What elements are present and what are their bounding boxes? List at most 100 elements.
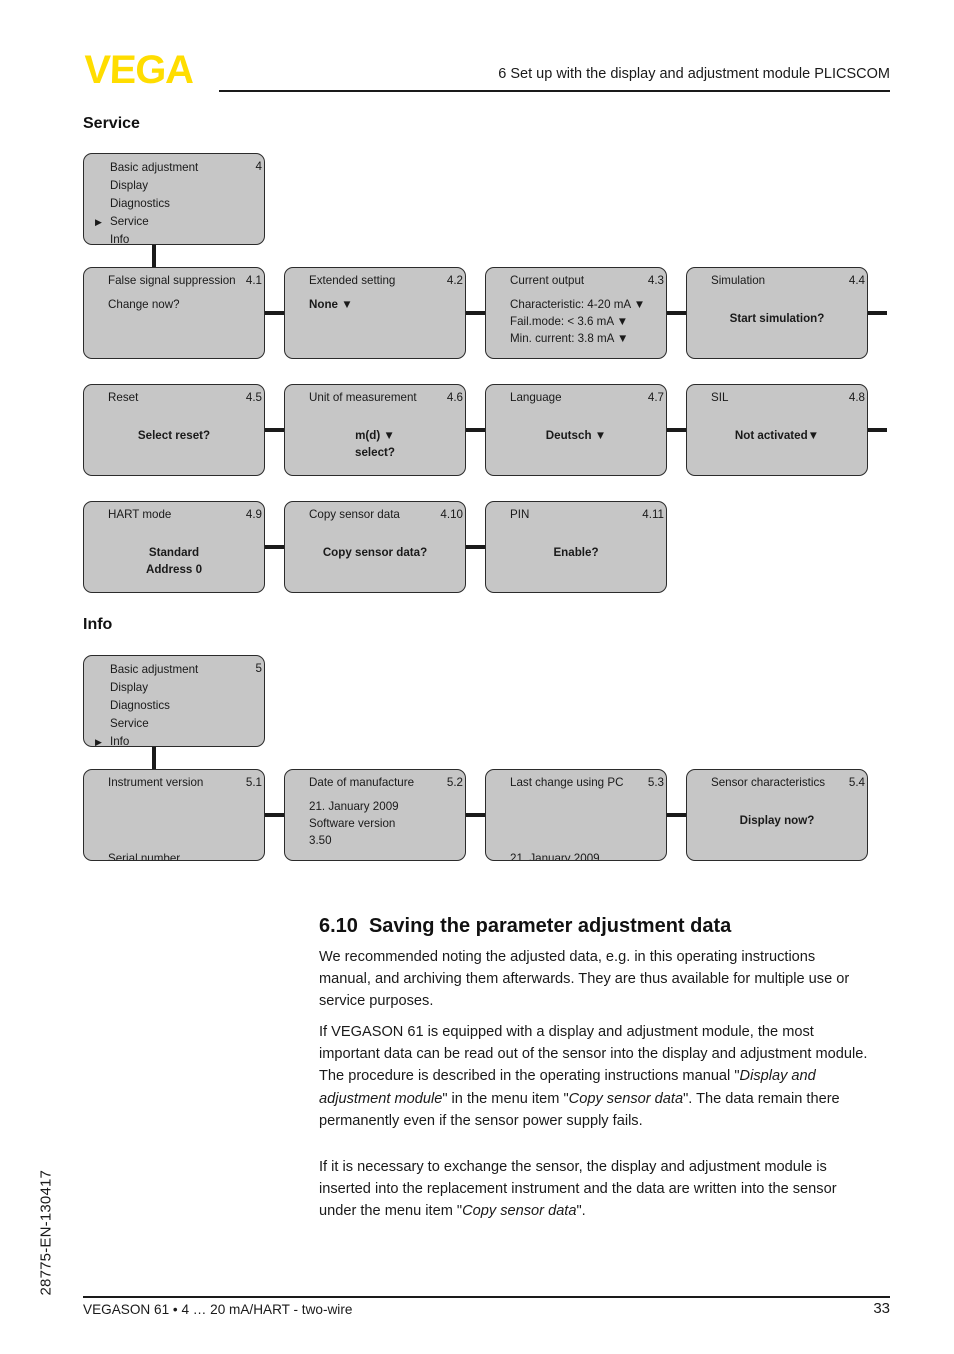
info-menu-item-info[interactable]: Info [84, 733, 198, 746]
flow-box-line: Min. current: 3.8 mA ▼ [510, 332, 629, 345]
flow-box-body: Standard Address 0 [84, 546, 264, 580]
flow-box-number: 4.5 [245, 391, 262, 404]
flow-box-title: Language [510, 391, 562, 404]
connector-4-4-wrap [868, 311, 887, 315]
flow-box-line: 3.50 [309, 834, 332, 847]
flow-box-body: Not activated▼ [687, 429, 867, 446]
flow-box-number: 5.1 [245, 776, 262, 789]
info-menu-box[interactable]: 5 Basic adjustment Display Diagnostics Serv… [83, 655, 265, 747]
flow-box-number: 4.9 [245, 508, 262, 521]
connector-4-6-to-4-7 [466, 428, 485, 432]
flow-box-line: m(d) ▼ [355, 429, 395, 442]
flow-box-title: Unit of measurement [309, 391, 417, 404]
service-menu-item-basic-adjustment[interactable]: Basic adjustment [84, 159, 198, 177]
service-menu-list: Basic adjustmentDisplayDiagnosticsServic… [84, 159, 198, 244]
info-menu-item-service[interactable]: Service [84, 715, 198, 733]
flow-box-title: Simulation [711, 274, 766, 287]
flow-box-line: Enable? [553, 546, 599, 559]
flow-box-sil[interactable]: SIL 4.8 Not activated▼ [686, 384, 868, 476]
flow-box-line: 21. January 2009 [309, 800, 399, 813]
service-section-heading: Service [83, 115, 140, 132]
connector-5-2-to-5-3 [466, 813, 485, 817]
flow-box-copy-sensor-data[interactable]: Copy sensor data 4.10 Copy sensor data? [284, 501, 466, 593]
flow-box-last-change-using-pc[interactable]: Last change using PC 5.3 21. January 2009 [485, 769, 667, 861]
flow-box-current-output[interactable]: Current output 4.3 Characteristic: 4-20 mA… [485, 267, 667, 359]
flow-box-title: HART mode [108, 508, 172, 521]
connector-info-menu-down [152, 747, 156, 769]
footer-divider [83, 1296, 890, 1298]
flow-box-simulation[interactable]: Simulation 4.4 Start simulation? [686, 267, 868, 359]
connector-4-9-to-4-10 [265, 545, 284, 549]
service-menu-item-display[interactable]: Display [84, 177, 198, 195]
paragraph-3-part2: ". [576, 1203, 586, 1220]
info-menu-number: 5 [255, 662, 262, 675]
flow-box-line: 21. January 2009 [510, 852, 600, 861]
flow-box-title: PIN [510, 508, 530, 521]
flow-box-number: 5.4 [848, 776, 865, 789]
service-menu-box[interactable]: 4 Basic adjustmentDisplayDiagnosticsServ… [83, 153, 265, 245]
flow-box-body: Display now? [687, 814, 867, 831]
flow-box-hart-mode[interactable]: HART mode 4.9 Standard Address 0 [83, 501, 265, 593]
flow-box-line: Standard [148, 546, 200, 559]
info-menu-item-diagnostics[interactable]: Diagnostics [84, 697, 198, 715]
service-menu-item-info[interactable]: Info [84, 231, 198, 244]
flow-box-line: None ▼ [309, 298, 353, 311]
flow-box-title: SIL [711, 391, 729, 404]
flow-box-instrument-version[interactable]: Instrument version 5.1 Serial number123456… [83, 769, 265, 861]
paragraph-2-part2: " in the menu item " [442, 1090, 569, 1107]
flow-box-number: 5.3 [647, 776, 664, 789]
info-menu-item-basic-adjustment[interactable]: Basic adjustment [84, 661, 198, 679]
document-code: 28775-EN-130417 [37, 1169, 55, 1296]
flow-box-body: None ▼ [285, 298, 465, 315]
flow-box-number: 4.4 [848, 274, 865, 287]
flow-box-number: 4.11 [642, 508, 664, 521]
section-title-text: Saving the parameter adjustment data [368, 915, 732, 937]
flow-box-number: 5.2 [446, 776, 463, 789]
flow-box-number: 4.10 [440, 508, 463, 521]
paragraph-1: We recommended noting the adjusted data,… [319, 949, 850, 1010]
flow-box-title: Last change using PC [510, 776, 624, 789]
paragraph-3-italic1: Copy sensor data [462, 1203, 577, 1220]
flow-box-line: Start simulation? [729, 312, 825, 325]
flow-box-title: Date of manufacture [309, 776, 415, 789]
flow-box-number: 4.8 [848, 391, 865, 404]
flow-box-title: Instrument version [108, 776, 204, 789]
flow-box-date-of-manufacture[interactable]: Date of manufacture 5.2 21. January 2009 So… [284, 769, 466, 861]
flow-box-body: 21. January 2009 Software version 3.50 [285, 800, 465, 851]
connector-4-2-to-4-3 [466, 311, 485, 315]
flow-box-unit-of-measurement[interactable]: Unit of measurement 4.6 m(d) ▼ select? [284, 384, 466, 476]
paragraph-2: If VEGASON 61 is equipped with a display… [319, 1021, 871, 1132]
service-menu-number: 4 [255, 160, 262, 173]
flow-box-line: Deutsch ▼ [545, 429, 607, 442]
flow-box-reset[interactable]: Reset 4.5 Select reset? [83, 384, 265, 476]
paragraph-2-italic2: Copy sensor data [568, 1090, 684, 1107]
service-menu-item-service[interactable]: Service [84, 213, 198, 231]
flow-box-false-signal-suppression[interactable]: False signal suppression 4.1 Change now? [83, 267, 265, 359]
flow-box-body: 21. January 2009 [486, 800, 666, 861]
flow-box-sensor-characteristics[interactable]: Sensor characteristics 5.4 Display now? [686, 769, 868, 861]
flow-box-title: Copy sensor data [309, 508, 400, 521]
flow-box-language[interactable]: Language 4.7 Deutsch ▼ [485, 384, 667, 476]
flow-box-line: Address 0 [145, 563, 203, 576]
service-menu-item-diagnostics[interactable]: Diagnostics [84, 195, 198, 213]
vega-logo: VEGA [83, 48, 195, 92]
info-menu-item-display[interactable]: Display [84, 679, 198, 697]
info-menu-list: Basic adjustment Display Diagnostics Servic… [84, 661, 198, 746]
flow-box-extended-setting[interactable]: Extended setting 4.2 None ▼ [284, 267, 466, 359]
flow-box-title: Extended setting [309, 274, 396, 287]
connector-4-7-to-4-8 [667, 428, 686, 432]
connector-4-10-to-4-11 [466, 545, 485, 549]
flow-box-number: 4.6 [446, 391, 463, 404]
flow-box-line: Serial number [108, 852, 181, 861]
footer-product-label: VEGASON 61 • 4 … 20 mA/HART - two-wire [83, 1302, 353, 1317]
flow-box-title: Current output [510, 274, 585, 287]
header-divider [219, 90, 890, 92]
flow-box-number: 4.3 [647, 274, 664, 287]
flow-box-body: Serial number12345678 [84, 800, 264, 861]
connector-4-1-to-4-2 [265, 311, 284, 315]
flow-box-number: 4.1 [245, 274, 262, 287]
flow-box-body: Copy sensor data? [285, 546, 465, 563]
flow-box-pin[interactable]: PIN 4.11 Enable? [485, 501, 667, 593]
flow-box-body: Select reset? [84, 429, 264, 446]
info-section-heading: Info [83, 616, 113, 633]
